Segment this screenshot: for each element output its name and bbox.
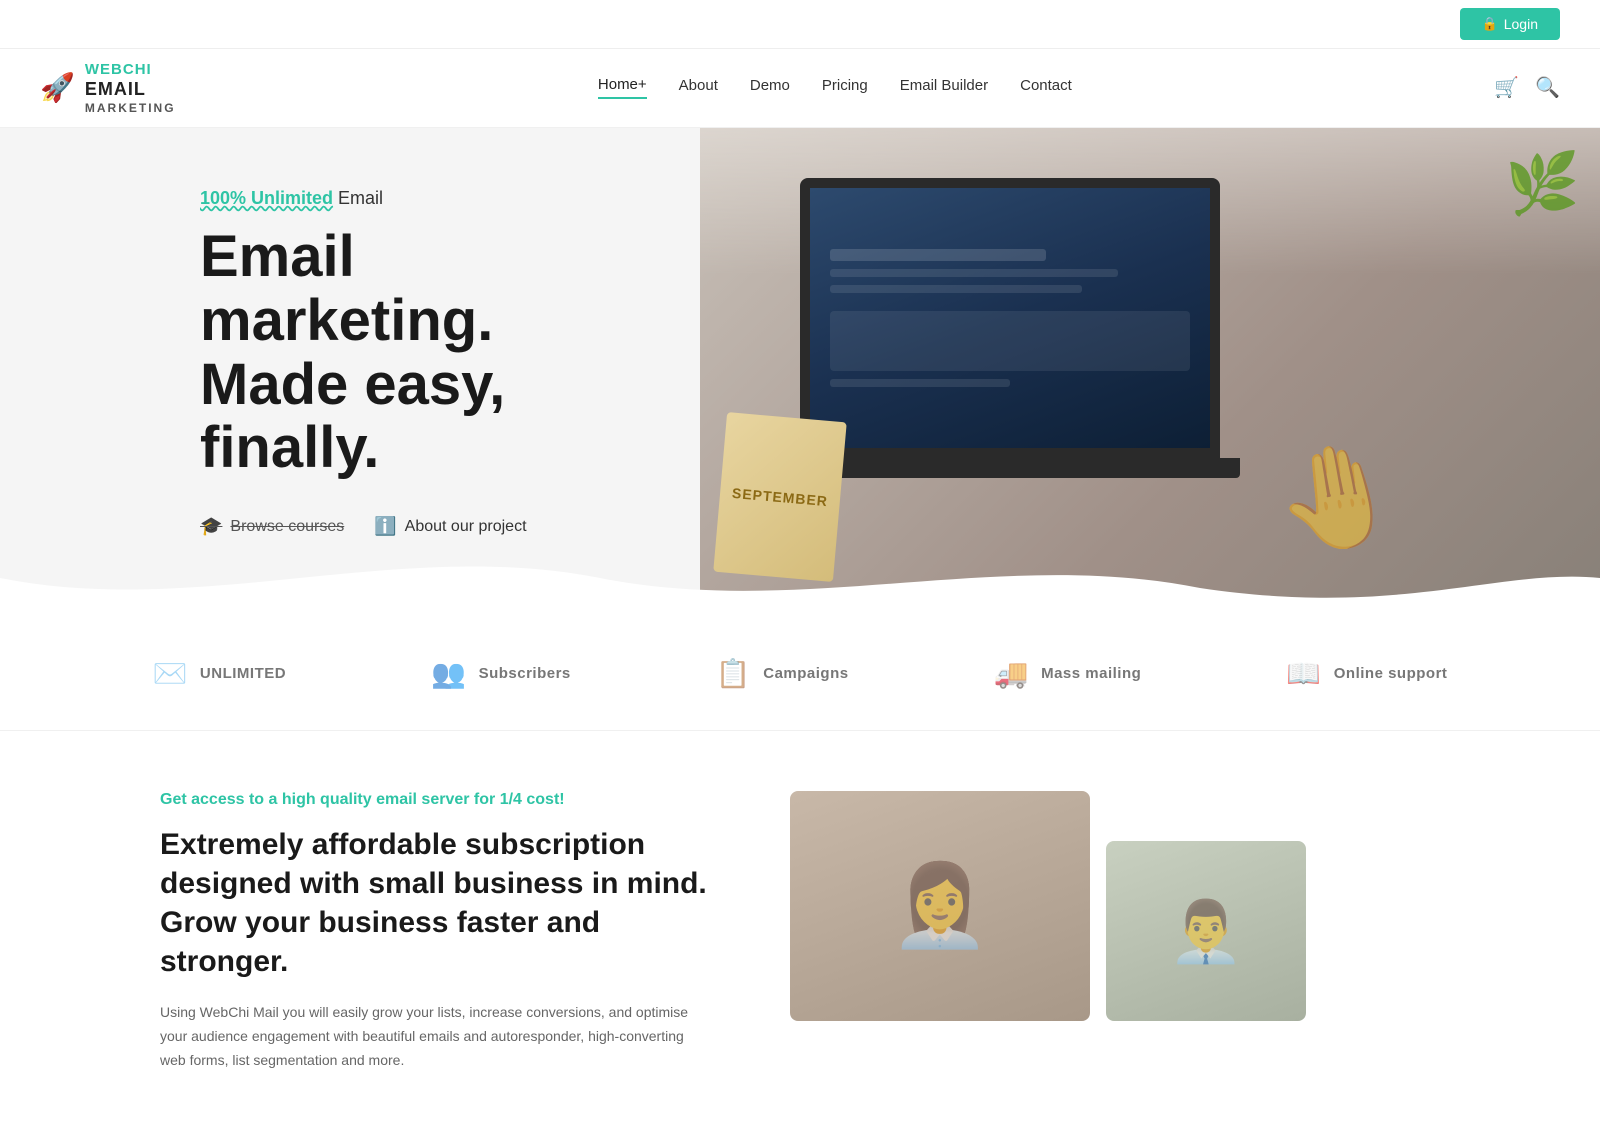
content-eyebrow: Get access to a high quality email serve…	[160, 791, 710, 809]
notebook-text: SEPTEMBER	[731, 485, 828, 509]
feature-campaigns: 📋 Campaigns	[716, 657, 849, 690]
logo[interactable]: 🚀 WEBCHI EMAIL MARKETING	[40, 61, 176, 115]
feature-unlimited: ✉️ UNLIMITED	[153, 657, 287, 690]
nav-email-builder[interactable]: Email Builder	[900, 77, 988, 98]
info-icon: ℹ️	[374, 516, 396, 537]
campaigns-icon: 📋	[716, 657, 751, 690]
features-strip: ✉️ UNLIMITED 👥 Subscribers 📋 Campaigns 🚚…	[0, 617, 1600, 731]
feature-unlimited-label: UNLIMITED	[200, 665, 286, 682]
nav-contact[interactable]: Contact	[1020, 77, 1072, 98]
about-project-link[interactable]: ℹ️ About our project	[374, 516, 526, 537]
nav-demo[interactable]: Demo	[750, 77, 790, 98]
feature-subscribers: 👥 Subscribers	[431, 657, 571, 690]
top-bar: 🔒 Login	[0, 0, 1600, 49]
search-icon[interactable]: 🔍	[1535, 75, 1560, 100]
login-button[interactable]: 🔒 Login	[1460, 8, 1560, 40]
hero-subtitle-rest: Email	[333, 188, 383, 208]
content-body: Using WebChi Mail you will easily grow y…	[160, 1001, 710, 1072]
logo-text: WEBCHI EMAIL MARKETING	[85, 61, 176, 115]
feature-campaigns-label: Campaigns	[763, 665, 848, 682]
rocket-icon: 🚀	[40, 71, 75, 104]
browse-courses-label: Browse courses	[230, 518, 344, 536]
logo-email: EMAIL	[85, 79, 176, 101]
content-title: Extremely affordable subscription design…	[160, 825, 710, 981]
plant-icon: 🌿	[1505, 148, 1580, 219]
feature-mass-mailing-label: Mass mailing	[1041, 665, 1141, 682]
about-project-label: About our project	[405, 518, 527, 536]
laptop-mockup	[800, 178, 1300, 498]
hero-section: 100% Unlimited Email Email marketing. Ma…	[0, 128, 1600, 617]
laptop-screen-content	[810, 188, 1210, 448]
subscribers-icon: 👥	[431, 657, 466, 690]
hero-title: Email marketing. Made easy, finally.	[200, 225, 620, 480]
main-nav: 🚀 WEBCHI EMAIL MARKETING Home+ About Dem…	[0, 49, 1600, 128]
nav-links: Home+ About Demo Pricing Email Builder C…	[598, 76, 1072, 99]
feature-online-support-label: Online support	[1334, 665, 1448, 682]
nav-icons: 🛒 🔍	[1494, 75, 1560, 100]
hero-subtitle-highlight: 100% Unlimited	[200, 188, 333, 208]
nav-pricing[interactable]: Pricing	[822, 77, 868, 98]
content-right: 👩‍💼 👨‍💼	[790, 791, 1440, 1071]
laptop-base	[780, 458, 1240, 478]
laptop-screen	[800, 178, 1220, 458]
hero-wave	[0, 538, 1600, 617]
feature-mass-mailing: 🚚 Mass mailing	[994, 657, 1142, 690]
login-label: Login	[1504, 16, 1538, 32]
feature-online-support: 📖 Online support	[1286, 657, 1447, 690]
cart-icon[interactable]: 🛒	[1494, 75, 1519, 100]
envelope-icon: ✉️	[153, 657, 188, 690]
hero-subtitle: 100% Unlimited Email	[200, 188, 620, 209]
browse-courses-link[interactable]: 🎓 Browse courses	[200, 516, 344, 537]
book-icon: 📖	[1286, 657, 1321, 690]
grad-cap-icon: 🎓	[200, 516, 222, 537]
logo-webchi: WEBCHI	[85, 61, 176, 79]
content-image-large: 👩‍💼	[790, 791, 1090, 1021]
nav-about[interactable]: About	[679, 77, 718, 98]
hero-actions: 🎓 Browse courses ℹ️ About our project	[200, 516, 620, 537]
content-section: Get access to a high quality email serve…	[0, 731, 1600, 1132]
feature-subscribers-label: Subscribers	[479, 665, 571, 682]
delivery-icon: 🚚	[994, 657, 1029, 690]
content-image-small: 👨‍💼	[1106, 841, 1306, 1021]
lock-icon: 🔒	[1482, 16, 1498, 32]
nav-home[interactable]: Home+	[598, 76, 647, 99]
hero-title-line2: Made easy, finally.	[200, 352, 505, 481]
hero-title-line1: Email marketing.	[200, 224, 493, 353]
logo-marketing: MARKETING	[85, 101, 176, 115]
content-left: Get access to a high quality email serve…	[160, 791, 710, 1072]
